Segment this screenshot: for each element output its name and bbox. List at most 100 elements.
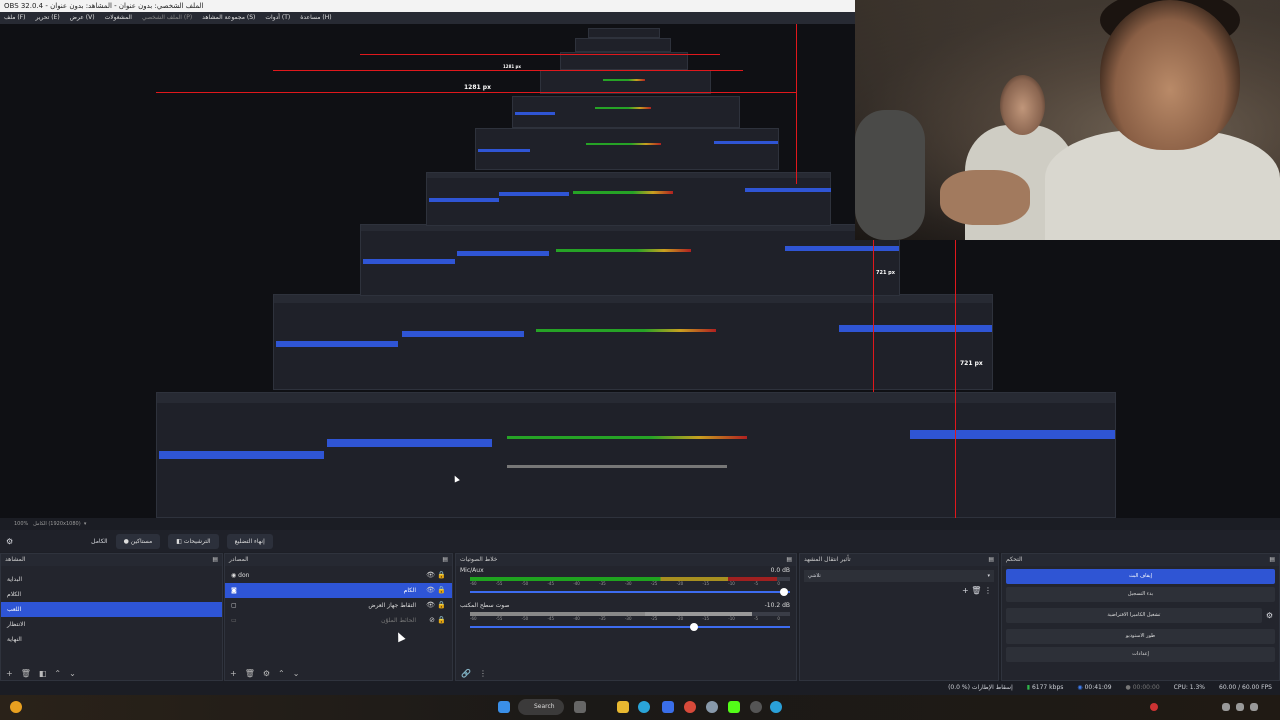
scene-item-selected[interactable]: اللعب (1, 602, 222, 617)
chevron-down-icon[interactable]: ▾ (84, 521, 87, 527)
gear-icon[interactable]: ⚙ (263, 669, 270, 678)
link-icon[interactable]: 🔗 (461, 669, 471, 678)
dock-menu-icon[interactable]: ▤ (442, 554, 448, 566)
meter-tick-label: -40 (573, 616, 580, 621)
arrow-up-icon[interactable]: ⌃ (278, 669, 285, 678)
battery-icon[interactable] (1250, 703, 1258, 711)
chair (855, 110, 925, 240)
meter-tick-label: -5 (754, 616, 759, 621)
add-icon[interactable]: + (6, 669, 13, 678)
scenes-dock: المشاهد ▤ البداية الكلام اللعب الانتظار ا… (0, 553, 223, 681)
app-icon[interactable] (706, 701, 718, 713)
add-icon[interactable]: + (962, 586, 969, 595)
speaker-icon[interactable] (1236, 703, 1244, 711)
transition-select[interactable]: تلاشي ▾ (804, 570, 994, 582)
track-db: 0.0 dB (770, 567, 790, 574)
eye-icon[interactable]: 👁 (426, 571, 435, 579)
dock-menu-icon[interactable]: ▤ (786, 554, 792, 566)
menu-view[interactable]: عرض (V) (70, 12, 95, 24)
menu-tools[interactable]: أدوات (T) (265, 12, 290, 24)
record-icon: ● (1125, 684, 1131, 691)
obs-icon[interactable] (750, 701, 762, 713)
settings-gear-icon[interactable]: ⚙ (6, 537, 13, 546)
add-icon[interactable]: + (230, 669, 237, 678)
scene-item[interactable]: النهاية (1, 632, 222, 647)
person-background (1000, 75, 1045, 135)
eye-hidden-icon[interactable]: ⊘ (429, 616, 435, 624)
lock-icon[interactable]: 🔒 (437, 586, 446, 594)
scene-item[interactable]: البداية (1, 572, 222, 587)
telegram-icon[interactable] (770, 701, 782, 713)
gear-icon[interactable]: ⚙ (1266, 611, 1273, 620)
audio-mixer-dock: خلاط الصوتيات ▤ Mic/Aux 0.0 dB -60 -55 -50 -4… (455, 553, 797, 681)
filters-button[interactable]: ◧ الترشيحات (168, 533, 219, 549)
source-item-selected[interactable]: ◙ الكام 👁 🔒 (225, 583, 452, 598)
nested-capture-3 (360, 224, 900, 296)
studio-mode-button[interactable]: طور الاستوديو (1006, 629, 1275, 644)
virtual-camera-button[interactable]: تشغيل الكاميرا الافتراضية (1006, 608, 1262, 623)
arrow-down-icon[interactable]: ⌄ (69, 669, 76, 678)
meter-tick-label: -15 (702, 581, 709, 586)
trash-icon[interactable]: 🗑 (21, 669, 31, 678)
menu-help[interactable]: مساعدة (H) (300, 12, 331, 24)
trash-icon[interactable]: 🗑 (971, 586, 981, 595)
settings-button[interactable]: إعدادات (1006, 647, 1275, 662)
store-icon[interactable] (662, 701, 674, 713)
menu-profile[interactable]: الملف الشخصي (P) (142, 12, 192, 24)
volume-slider[interactable] (470, 588, 790, 596)
weather-icon[interactable] (10, 701, 22, 713)
scene-item[interactable]: الكلام (1, 587, 222, 602)
eye-icon[interactable]: 👁 (426, 586, 435, 594)
dock-menu-icon[interactable]: ▤ (988, 554, 994, 566)
file-explorer-icon[interactable] (617, 701, 629, 713)
image-icon: ▭ (231, 617, 237, 624)
start-recording-button[interactable]: بدء التسجيل (1006, 587, 1275, 602)
menu-docks[interactable]: المشغولات (105, 12, 132, 24)
menu-edit[interactable]: تحرير (E) (35, 12, 59, 24)
nested-capture-1 (156, 392, 1116, 518)
meter-tick-label: -60 (470, 616, 477, 621)
taskbar-search[interactable]: Search (518, 699, 564, 715)
scene-item[interactable]: الانتظار (1, 617, 222, 632)
arrow-down-icon[interactable]: ⌄ (293, 669, 300, 678)
arrow-up-icon[interactable]: ⌃ (54, 669, 61, 678)
source-item[interactable]: ▭ الحائط الملوّن ⊘ 🔒 (225, 613, 452, 628)
nested-capture-10 (588, 28, 660, 38)
menu-scene-collection[interactable]: مجموعة المشاهد (S) (202, 12, 255, 24)
meter-tick-label: -10 (728, 616, 735, 621)
more-icon[interactable]: ⋮ (984, 586, 992, 595)
filter-icon[interactable]: ◧ (39, 669, 47, 678)
dock-menu-icon[interactable]: ▤ (212, 554, 218, 566)
windows-start-icon[interactable] (498, 701, 510, 713)
volume-meter (470, 612, 790, 616)
nested-capture-9 (575, 38, 671, 52)
trash-icon[interactable]: 🗑 (245, 669, 255, 678)
meter-tick-label: -50 (521, 616, 529, 621)
meter-tick-label: -25 (650, 616, 658, 621)
lock-icon[interactable]: 🔒 (437, 601, 446, 609)
tray-icon[interactable] (1150, 703, 1158, 711)
task-view-icon[interactable] (574, 701, 586, 713)
dock-menu-icon[interactable]: ▤ (1269, 554, 1275, 566)
source-item[interactable]: ◉ don 👁 🔒 (225, 568, 452, 583)
menu-file[interactable]: ملف (F) (4, 12, 25, 24)
hand-on-mouse (940, 170, 1030, 225)
zoom-level[interactable]: 100% (14, 521, 28, 527)
more-icon[interactable]: ⋮ (479, 669, 487, 678)
chrome-icon[interactable] (684, 701, 696, 713)
exit-button[interactable]: إنهاء التضليع (226, 533, 273, 549)
transitions-button[interactable]: ● مستاكين (115, 533, 161, 549)
live-timer: ◉ 00:41:09 (1077, 684, 1112, 691)
network-icon[interactable] (1222, 703, 1230, 711)
track-db: -10.2 dB (764, 602, 790, 609)
kick-icon[interactable] (728, 701, 740, 713)
edge-icon[interactable] (638, 701, 650, 713)
eye-icon[interactable]: 👁 (426, 601, 435, 609)
stop-streaming-button[interactable]: إيقاف البث (1006, 569, 1275, 584)
lock-icon[interactable]: 🔒 (437, 571, 446, 579)
source-item[interactable]: ▢ التقاط جهاز العرض 👁 🔒 (225, 598, 452, 613)
lock-icon[interactable]: 🔒 (437, 616, 446, 624)
volume-slider[interactable] (470, 623, 790, 631)
monitor-icon: ▢ (231, 602, 237, 609)
nested-capture-5 (475, 128, 779, 170)
